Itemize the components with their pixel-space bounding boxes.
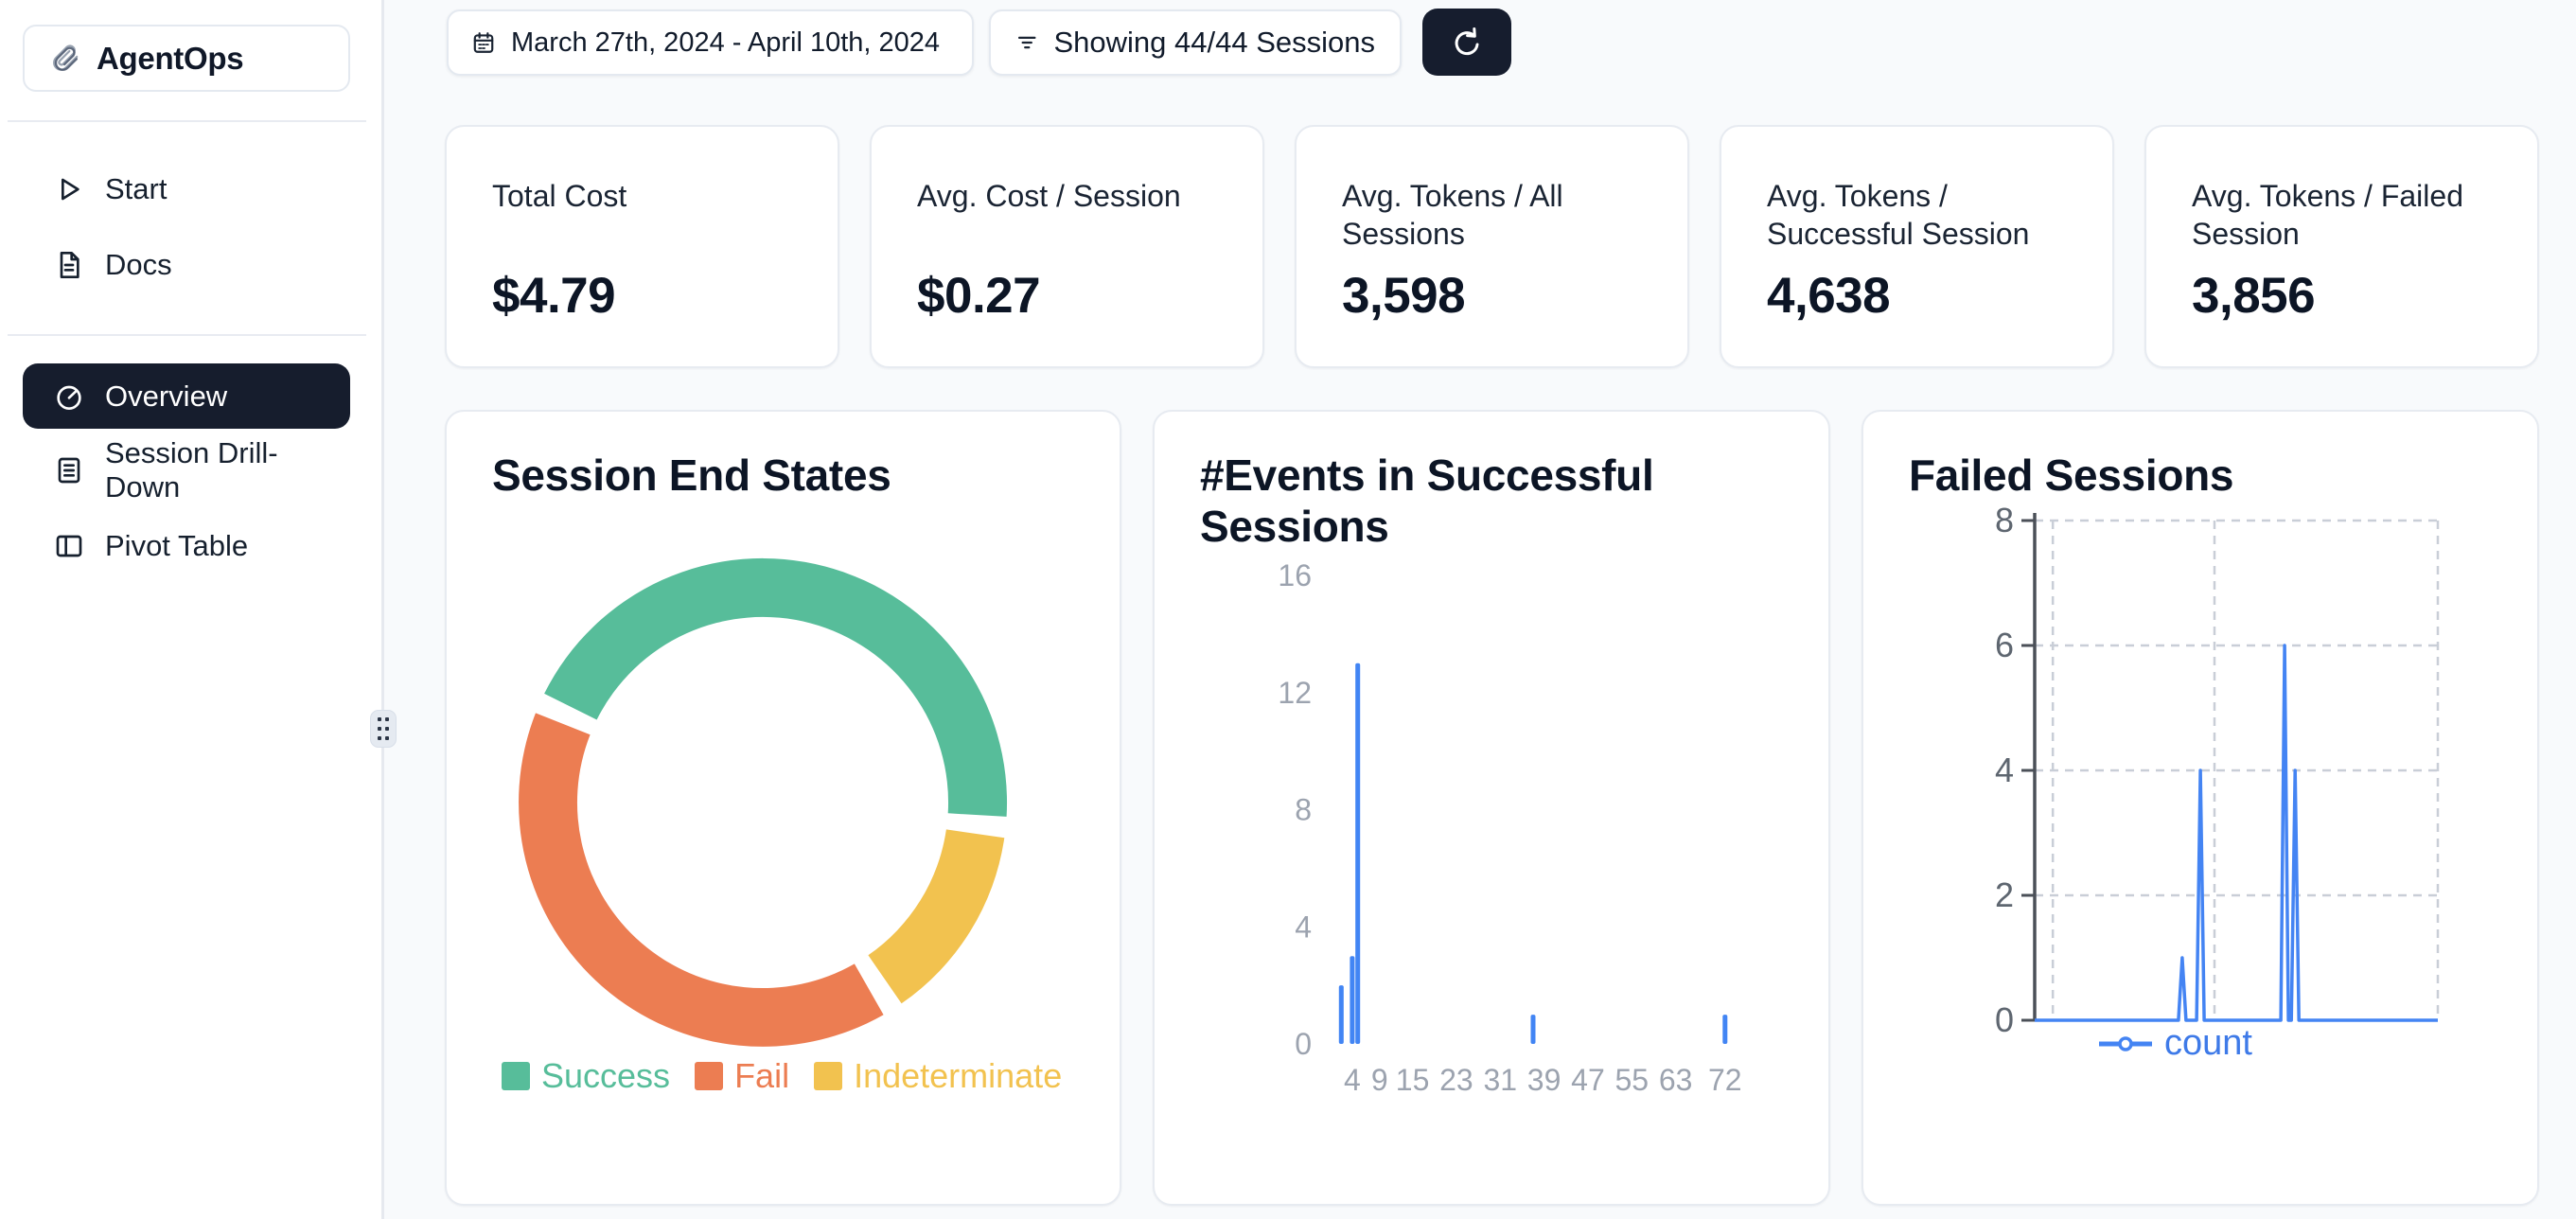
- sidebar-item-label: Docs: [105, 248, 172, 282]
- charts-row: Session End States Success Fail Indeterm…: [445, 410, 2539, 1206]
- stat-card-avg-tokens-successful: Avg. Tokens / Successful Session 4,638: [1720, 125, 2114, 368]
- session-end-states-donut-chart: [447, 412, 1123, 1055]
- app-title: AgentOps: [97, 41, 243, 77]
- svg-text:12: 12: [1278, 676, 1312, 710]
- logo[interactable]: AgentOps: [23, 25, 350, 92]
- calendar-icon: [471, 30, 496, 55]
- stat-card-avg-cost-session: Avg. Cost / Session $0.27: [870, 125, 1264, 368]
- indeterminate-swatch-icon: [814, 1062, 842, 1090]
- sidebar-item-label: Session Drill-Down: [105, 436, 350, 504]
- sidebar-item-pivot-table[interactable]: Pivot Table: [23, 517, 350, 575]
- sidebar: AgentOps Start Docs Overview: [0, 0, 384, 1219]
- refresh-button[interactable]: [1422, 9, 1511, 76]
- svg-text:16: 16: [1278, 558, 1312, 592]
- sessions-filter-label: Showing 44/44 Sessions: [1053, 26, 1375, 60]
- sidebar-item-label: Start: [105, 172, 167, 206]
- donut-legend: Success Fail Indeterminate: [502, 1056, 1062, 1096]
- svg-text:47: 47: [1571, 1063, 1605, 1097]
- events-in-successful-sessions-card: #Events in Successful Sessions 048121649…: [1153, 410, 1830, 1206]
- filter-lines-icon: [1015, 28, 1038, 57]
- stat-label: Avg. Tokens / Failed Session: [2192, 177, 2522, 254]
- agentops-dashboard: AgentOps Start Docs Overview: [0, 0, 2576, 1219]
- stat-card-total-cost: Total Cost $4.79: [445, 125, 839, 368]
- paperclip-icon: [51, 44, 81, 74]
- legend-item-indeterminate: Indeterminate: [814, 1056, 1062, 1096]
- legend-label: Indeterminate: [854, 1056, 1062, 1096]
- svg-text:6: 6: [1995, 626, 2014, 664]
- sidebar-divider: [8, 120, 366, 122]
- sidebar-item-label: Overview: [105, 380, 227, 414]
- date-range-label: March 27th, 2024 - April 10th, 2024: [511, 27, 940, 59]
- svg-text:8: 8: [1995, 501, 2014, 539]
- gauge-icon: [54, 381, 84, 412]
- failed-sessions-card: Failed Sessions 02468 count: [1861, 410, 2539, 1206]
- stat-label: Avg. Tokens / Successful Session: [1767, 177, 2097, 254]
- legend-item-fail: Fail: [695, 1056, 789, 1096]
- svg-text:4: 4: [1295, 910, 1312, 944]
- legend-label: Fail: [734, 1056, 789, 1096]
- svg-text:4: 4: [1344, 1063, 1361, 1097]
- sessions-filter-button[interactable]: Showing 44/44 Sessions: [989, 9, 1402, 76]
- legend-label: count: [2164, 1023, 2252, 1064]
- stats-row: Total Cost $4.79 Avg. Cost / Session $0.…: [445, 125, 2539, 368]
- svg-text:23: 23: [1439, 1063, 1473, 1097]
- play-icon: [54, 174, 84, 204]
- stat-value: 3,598: [1342, 267, 1465, 325]
- sidebar-item-docs[interactable]: Docs: [23, 236, 350, 294]
- stat-value: $4.79: [492, 267, 615, 325]
- stat-value: $0.27: [917, 267, 1040, 325]
- failed-sessions-line-chart: 0 2 4 6 8: [1863, 412, 2541, 1074]
- svg-text:4: 4: [1995, 751, 2014, 789]
- stat-label: Avg. Cost / Session: [917, 177, 1247, 215]
- stat-value: 4,638: [1767, 267, 1890, 325]
- events-histogram-chart: 0481216491523313947556372: [1155, 412, 1832, 1150]
- svg-text:72: 72: [1708, 1063, 1742, 1097]
- svg-text:0: 0: [1295, 1027, 1312, 1061]
- drag-dots-icon: [377, 716, 390, 741]
- sidebar-item-overview[interactable]: Overview: [23, 363, 350, 429]
- svg-text:63: 63: [1659, 1063, 1693, 1097]
- sidebar-item-start[interactable]: Start: [23, 160, 350, 219]
- svg-text:9: 9: [1371, 1063, 1388, 1097]
- svg-text:55: 55: [1614, 1063, 1649, 1097]
- session-end-states-card: Session End States Success Fail Indeterm…: [445, 410, 1121, 1206]
- file-lines-icon: [54, 455, 84, 486]
- layout-sidebar-icon: [54, 531, 84, 561]
- date-range-button[interactable]: March 27th, 2024 - April 10th, 2024: [447, 9, 974, 76]
- stat-label: Total Cost: [492, 177, 822, 215]
- svg-text:39: 39: [1527, 1063, 1561, 1097]
- success-swatch-icon: [502, 1062, 530, 1090]
- svg-text:8: 8: [1295, 793, 1312, 827]
- stat-label: Avg. Tokens / All Sessions: [1342, 177, 1672, 254]
- sidebar-item-session-drill-down[interactable]: Session Drill-Down: [23, 441, 350, 500]
- svg-text:0: 0: [1995, 1000, 2014, 1039]
- svg-text:2: 2: [1995, 875, 2014, 914]
- legend-label: Success: [541, 1056, 670, 1096]
- line-marker-icon: [2098, 1036, 2153, 1051]
- svg-text:15: 15: [1396, 1063, 1430, 1097]
- file-text-icon: [54, 250, 84, 280]
- count-legend[interactable]: count: [2098, 1023, 2252, 1064]
- stat-value: 3,856: [2192, 267, 2315, 325]
- sidebar-item-label: Pivot Table: [105, 529, 248, 563]
- legend-item-success: Success: [502, 1056, 670, 1096]
- svg-text:31: 31: [1483, 1063, 1517, 1097]
- sidebar-resize-handle[interactable]: [370, 710, 397, 748]
- sidebar-divider: [8, 334, 366, 336]
- fail-swatch-icon: [695, 1062, 723, 1090]
- stat-card-avg-tokens-all: Avg. Tokens / All Sessions 3,598: [1295, 125, 1689, 368]
- stat-card-avg-tokens-failed: Avg. Tokens / Failed Session 3,856: [2144, 125, 2539, 368]
- refresh-icon: [1448, 24, 1486, 62]
